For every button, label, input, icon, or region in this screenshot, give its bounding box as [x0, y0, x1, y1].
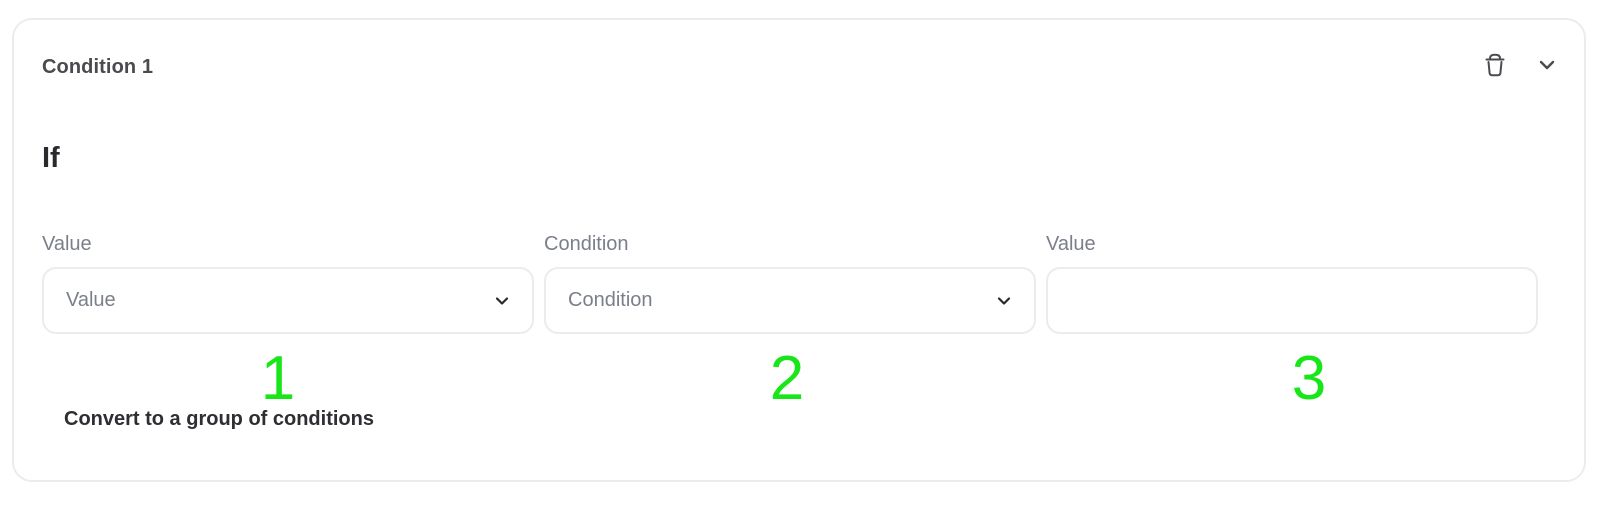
left-value-select[interactable]: Value — [42, 267, 534, 334]
condition-card: Condition 1 If Value Value Condition Con… — [12, 18, 1586, 482]
delete-condition-button[interactable] — [1480, 50, 1510, 80]
convert-to-group-button[interactable]: Convert to a group of conditions — [64, 408, 374, 431]
chevron-down-icon — [1539, 60, 1555, 70]
marker-2: 2 — [769, 344, 805, 413]
trash-icon — [1485, 53, 1505, 77]
chevron-down-icon — [997, 296, 1011, 305]
marker-1: 1 — [260, 344, 296, 413]
left-value-field: Value Value — [42, 232, 534, 334]
condition-title: Condition 1 — [42, 56, 154, 78]
right-value-input[interactable] — [1070, 269, 1514, 332]
left-value-placeholder: Value — [66, 289, 116, 311]
condition-operator-select[interactable]: Condition — [544, 267, 1036, 334]
collapse-condition-button[interactable] — [1532, 50, 1562, 80]
condition-operator-field: Condition Condition — [544, 232, 1036, 334]
condition-operator-placeholder: Condition — [568, 289, 653, 311]
card-header-actions — [1480, 50, 1562, 80]
right-value-label: Value — [1046, 233, 1096, 255]
condition-operator-label: Condition — [544, 233, 629, 255]
chevron-down-icon — [495, 296, 509, 305]
right-value-field: Value — [1046, 232, 1538, 334]
marker-3: 3 — [1291, 344, 1327, 413]
right-value-input-wrapper[interactable] — [1046, 267, 1538, 334]
if-heading: If — [42, 142, 60, 174]
left-value-label: Value — [42, 233, 92, 255]
